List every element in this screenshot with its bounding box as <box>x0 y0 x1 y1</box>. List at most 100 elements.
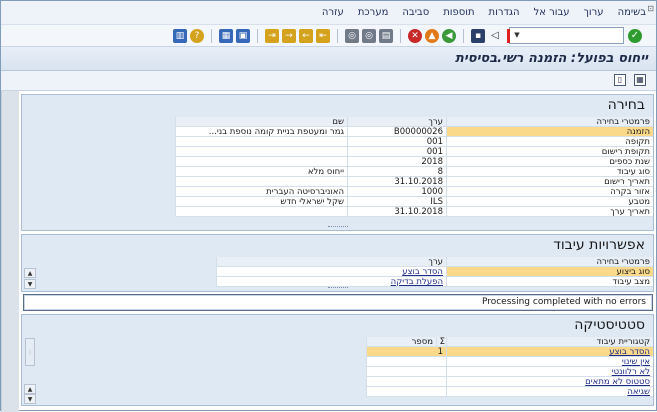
application-toolbar: ▦ ▯ <box>1 71 656 91</box>
exit-icon[interactable]: ▲ <box>425 29 439 43</box>
selection-section: בחירה פרמטרי בחירה ערך שם הזמנה B0000002… <box>21 94 654 231</box>
table-row[interactable]: סוג עיבוד 8 ייחוס מלא <box>22 167 653 177</box>
menu-settings[interactable]: הגדרות <box>489 7 520 18</box>
table-row[interactable]: שגיאה <box>22 387 653 397</box>
table-row[interactable]: סטטוס לא מתאים <box>22 377 653 387</box>
value-cell: 31.10.2018 <box>347 177 446 187</box>
command-input[interactable] <box>510 28 623 43</box>
table-row[interactable]: מצב עיבוד הפעלת בדיקה <box>22 277 653 287</box>
value-cell: 31.10.2018 <box>347 207 446 217</box>
menu-extras[interactable]: תוספות <box>443 7 474 18</box>
last-page-icon[interactable]: ⇥ <box>265 29 279 43</box>
menu-bar: בשימה ערוך עבור אל הגדרות תוספות סביבה מ… <box>1 1 656 25</box>
standard-toolbar: ✓ ▼ ◁ ▪ ◀ ▲ ✕ ▤ ◎ ◎ ⇤ ← → ⇥ ▣ ▦ ? ▥ <box>1 25 656 47</box>
category-link[interactable]: לא רלוונטי <box>612 367 650 376</box>
category-link[interactable]: שגיאה <box>627 387 650 396</box>
table-row[interactable]: הסדר בוצע 1 <box>22 347 653 357</box>
table-row[interactable]: אזור בקרה 1000 האוניברסיטה העברית <box>22 187 653 197</box>
table-row[interactable]: שנת כספים 2018 <box>22 157 653 167</box>
toolbar-separator <box>337 29 338 43</box>
toolbar-separator <box>211 29 212 43</box>
table-row[interactable]: תאריך רישום 31.10.2018 <box>22 177 653 187</box>
statistics-section: סטטיסטיקה קטגוריית עיבוד Σ מספר הסדר בוצ… <box>21 314 654 406</box>
menu-edit[interactable]: ערוך <box>584 7 604 18</box>
count-cell <box>366 357 446 367</box>
category-link[interactable]: הסדר בוצע <box>609 347 650 356</box>
resize-handle[interactable] <box>327 226 348 229</box>
prev-page-icon[interactable]: ← <box>299 29 313 43</box>
category-cell: שגיאה <box>446 387 653 397</box>
name-cell <box>175 177 347 187</box>
menu-help[interactable]: עזרה <box>322 7 344 18</box>
command-field[interactable]: ▼ <box>507 27 624 44</box>
table-row[interactable]: לא רלוונטי <box>22 367 653 377</box>
value-cell: ILS <box>347 197 446 207</box>
scroll-up-button[interactable]: ▲ <box>24 384 36 394</box>
param-cell: מצב עיבוד <box>446 277 653 287</box>
value-cell: 001 <box>347 137 446 147</box>
column-resize-grip[interactable]: ⋮ <box>25 338 35 366</box>
print-icon[interactable]: ▤ <box>379 29 393 43</box>
header-param: פרמטרי בחירה <box>446 117 653 127</box>
category-cell: לא רלוונטי <box>446 367 653 377</box>
name-cell <box>175 157 347 167</box>
name-cell: האוניברסיטה העברית <box>175 187 347 197</box>
param-cell: סוג ביצוע <box>446 267 653 277</box>
back-icon[interactable]: ◀ <box>442 29 456 43</box>
param-cell: תקופת רישום <box>446 147 653 157</box>
value-cell: 1000 <box>347 187 446 197</box>
chevron-down-icon[interactable]: ▼ <box>512 30 522 41</box>
menu-environment[interactable]: סביבה <box>402 7 429 18</box>
window-menu-icon[interactable]: ⊡ <box>645 4 654 13</box>
table-row[interactable]: הזמנה B00000026 גמר ומעטפת בניית קומה נו… <box>22 127 653 137</box>
category-link[interactable]: סטטוס לא מתאים <box>585 377 650 386</box>
find-icon[interactable]: ◎ <box>362 29 376 43</box>
scroll-up-button[interactable]: ▲ <box>24 268 36 278</box>
category-cell: סטטוס לא מתאים <box>446 377 653 387</box>
table-row[interactable]: אין שינוי <box>22 357 653 367</box>
cancel-icon[interactable]: ✕ <box>408 29 422 43</box>
next-page-icon[interactable]: → <box>282 29 296 43</box>
find-next-icon[interactable]: ◎ <box>345 29 359 43</box>
value-cell: 8 <box>347 167 446 177</box>
menu-system[interactable]: מערכת <box>358 7 389 18</box>
ok-check-icon[interactable]: ✓ <box>628 29 642 43</box>
value-cell: B00000026 <box>347 127 446 137</box>
menu-goto[interactable]: עבור אל <box>534 7 570 18</box>
shortcut-icon[interactable]: ▦ <box>219 29 233 43</box>
processing-mode-link[interactable]: הפעלת בדיקה <box>391 277 443 286</box>
param-cell: הזמנה <box>446 127 653 137</box>
name-cell: שקל ישראלי חדש <box>175 197 347 207</box>
scroll-down-button[interactable]: ▼ <box>24 394 36 404</box>
page-title: ייחוס בפועל: הזמנה רשי.בסיסית <box>455 51 648 66</box>
details-icon[interactable]: ▯ <box>614 74 626 86</box>
menu-list[interactable]: בשימה <box>618 7 646 18</box>
table-row[interactable]: סוג ביצוע הסדר בוצע <box>22 267 653 277</box>
statistics-header-row: קטגוריית עיבוד Σ מספר <box>22 337 653 347</box>
processing-options-section: אפשרויות עיבוד פרמטרי בחירה ערך סוג ביצו… <box>21 234 654 292</box>
create-session-icon[interactable]: ▣ <box>236 29 250 43</box>
grid-view-icon[interactable]: ▦ <box>634 74 646 86</box>
table-row[interactable]: תקופה 001 <box>22 137 653 147</box>
save-icon[interactable]: ▪ <box>471 29 485 43</box>
status-message-box: Processing completed with no errors <box>23 294 653 311</box>
first-page-icon[interactable]: ⇤ <box>316 29 330 43</box>
param-cell: תאריך רישום <box>446 177 653 187</box>
triangle-right-icon[interactable]: ◁ <box>488 29 502 43</box>
table-row[interactable]: מטבע ILS שקל ישראלי חדש <box>22 197 653 207</box>
param-cell: תקופה <box>446 137 653 147</box>
table-row[interactable]: תאריך ערך 31.10.2018 <box>22 207 653 217</box>
name-cell: ייחוס מלא <box>175 167 347 177</box>
toolbar-separator <box>257 29 258 43</box>
resize-handle[interactable] <box>327 287 348 290</box>
name-cell <box>175 147 347 157</box>
category-link[interactable]: אין שינוי <box>622 357 650 366</box>
param-cell: אזור בקרה <box>446 187 653 197</box>
scroll-down-button[interactable]: ▼ <box>24 279 36 289</box>
customize-layout-icon[interactable]: ▥ <box>173 29 187 43</box>
header-category: קטגוריית עיבוד <box>446 337 653 347</box>
execution-type-link[interactable]: הסדר בוצע <box>402 267 443 276</box>
table-row[interactable]: תקופת רישום 001 <box>22 147 653 157</box>
param-cell: תאריך ערך <box>446 207 653 217</box>
help-icon[interactable]: ? <box>190 29 204 43</box>
